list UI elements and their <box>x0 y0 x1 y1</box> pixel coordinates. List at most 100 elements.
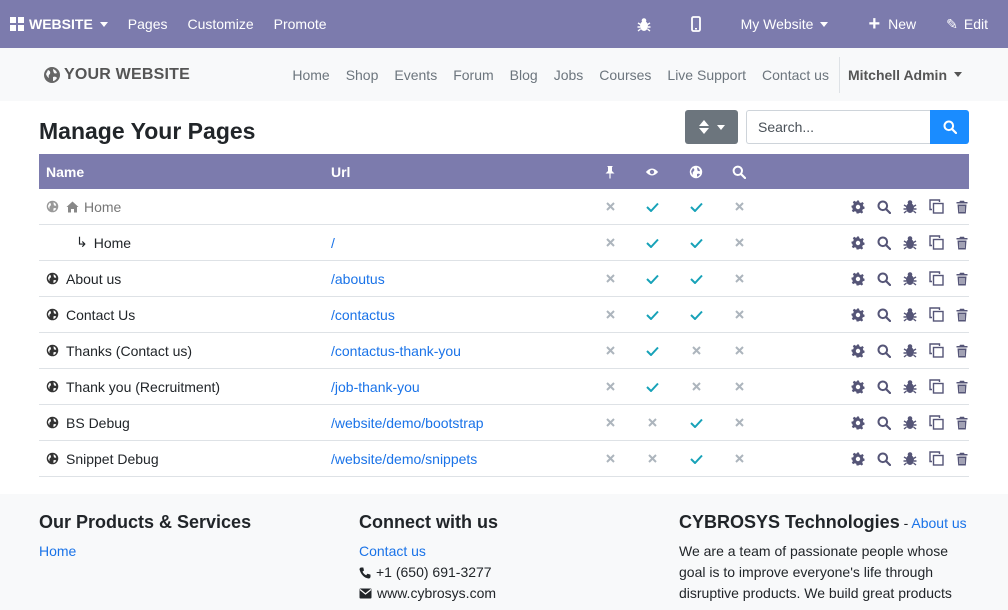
page-properties-button[interactable] <box>845 308 871 322</box>
clone-page-button[interactable] <box>923 379 949 394</box>
optimize-seo-button[interactable] <box>871 236 897 250</box>
site-logo[interactable]: YOUR WEBSITE <box>43 66 190 84</box>
page-name-cell[interactable]: About us <box>46 271 121 287</box>
page-properties-button[interactable] <box>845 272 871 286</box>
optimize-seo-button[interactable] <box>871 272 897 286</box>
optimize-seo-button[interactable] <box>871 452 897 466</box>
optimize-seo-button[interactable] <box>871 344 897 358</box>
footer-contact-link[interactable]: Contact us <box>359 541 426 562</box>
debug-view-button[interactable] <box>897 415 923 430</box>
page-url-link[interactable]: /website/demo/snippets <box>331 451 477 467</box>
nav-courses[interactable]: Courses <box>591 67 659 83</box>
delete-page-button[interactable] <box>949 236 975 250</box>
apps-menu[interactable]: WEBSITE <box>0 0 118 48</box>
footer-connect: Connect with us Contact us +1 (650) 691-… <box>359 512 498 604</box>
optimize-seo-button[interactable] <box>871 380 897 394</box>
page-url-link[interactable]: / <box>331 235 335 251</box>
cross-icon <box>605 454 615 463</box>
debug-view-button[interactable] <box>897 343 923 358</box>
menu-customize[interactable]: Customize <box>177 0 263 48</box>
delete-page-button[interactable] <box>949 272 975 286</box>
nav-forum[interactable]: Forum <box>445 67 501 83</box>
page-properties-button[interactable] <box>845 380 871 394</box>
check-icon <box>689 274 703 284</box>
menu-pages[interactable]: Pages <box>118 0 178 48</box>
page-properties-button[interactable] <box>845 344 871 358</box>
mobile-preview-button[interactable] <box>671 0 721 48</box>
website-switcher[interactable]: My Website <box>721 0 849 48</box>
clone-page-button[interactable] <box>923 343 949 358</box>
delete-page-button[interactable] <box>949 344 975 358</box>
clone-page-button[interactable] <box>923 199 949 214</box>
globe-icon <box>46 200 59 213</box>
pages-table: Name Url Home ↳ Home / About us/aboutus Conta… <box>39 154 969 477</box>
page-name-cell[interactable]: Thank you (Recruitment) <box>46 379 220 395</box>
debug-view-button[interactable] <box>897 379 923 394</box>
edit-button[interactable]: ✎ Edit <box>936 0 1008 48</box>
visible-flag <box>645 308 659 322</box>
clone-icon <box>923 451 949 466</box>
sub-arrow-icon: ↳ <box>76 234 88 250</box>
sort-dropdown-button[interactable] <box>685 110 738 144</box>
page-url-link[interactable]: /aboutus <box>331 271 385 287</box>
row-actions <box>845 199 975 214</box>
user-menu[interactable]: Mitchell Admin <box>840 67 1008 83</box>
clone-page-button[interactable] <box>923 307 949 322</box>
debug-view-button[interactable] <box>897 199 923 214</box>
clone-page-button[interactable] <box>923 451 949 466</box>
page-name-cell[interactable]: Home <box>46 199 121 215</box>
optimize-seo-button[interactable] <box>871 308 897 322</box>
nav-events[interactable]: Events <box>386 67 445 83</box>
page-name-cell[interactable]: Contact Us <box>46 307 135 323</box>
optimize-seo-button[interactable] <box>871 416 897 430</box>
nav-jobs[interactable]: Jobs <box>546 67 592 83</box>
debug-view-button[interactable] <box>897 271 923 286</box>
page-url-link[interactable]: /website/demo/bootstrap <box>331 415 484 431</box>
delete-page-button[interactable] <box>949 380 975 394</box>
debug-bug-button[interactable] <box>617 0 671 48</box>
page-properties-button[interactable] <box>845 200 871 214</box>
footer-home-link[interactable]: Home <box>39 541 76 562</box>
nav-shop[interactable]: Shop <box>338 67 387 83</box>
page-name-cell[interactable]: Snippet Debug <box>46 451 159 467</box>
page-properties-button[interactable] <box>845 236 871 250</box>
delete-page-button[interactable] <box>949 416 975 430</box>
page-name-cell[interactable]: BS Debug <box>46 415 130 431</box>
optimize-seo-button[interactable] <box>871 200 897 214</box>
row-actions <box>845 379 975 394</box>
new-button[interactable]: + New <box>848 0 936 48</box>
page-properties-button[interactable] <box>845 416 871 430</box>
debug-view-button[interactable] <box>897 307 923 322</box>
delete-page-button[interactable] <box>949 200 975 214</box>
search-input[interactable] <box>746 110 930 144</box>
footer-about-link[interactable]: About us <box>911 515 966 531</box>
nav-live-support[interactable]: Live Support <box>659 67 754 83</box>
debug-view-button[interactable] <box>897 235 923 250</box>
page-url-link[interactable]: /contactus <box>331 307 395 323</box>
nav-blog[interactable]: Blog <box>502 67 546 83</box>
nav-contact-us[interactable]: Contact us <box>754 67 837 83</box>
clone-page-button[interactable] <box>923 271 949 286</box>
plus-icon: + <box>868 13 881 35</box>
page-name-cell[interactable]: ↳ Home <box>46 234 131 251</box>
indexed-flag <box>732 272 746 286</box>
menu-promote[interactable]: Promote <box>264 0 337 48</box>
clone-page-button[interactable] <box>923 415 949 430</box>
published-flag <box>689 452 703 466</box>
row-actions <box>845 343 975 358</box>
page-url-link[interactable]: /job-thank-you <box>331 379 420 395</box>
pinned-flag <box>603 380 617 394</box>
cross-icon <box>647 454 657 463</box>
page-properties-button[interactable] <box>845 452 871 466</box>
pinned-flag <box>603 272 617 286</box>
delete-page-button[interactable] <box>949 308 975 322</box>
page-url-link[interactable]: /contactus-thank-you <box>331 343 461 359</box>
delete-page-button[interactable] <box>949 452 975 466</box>
page-name-cell[interactable]: Thanks (Contact us) <box>46 343 192 359</box>
clone-page-button[interactable] <box>923 235 949 250</box>
nav-home[interactable]: Home <box>284 67 337 83</box>
table-row: BS Debug/website/demo/bootstrap <box>39 405 969 441</box>
debug-view-button[interactable] <box>897 451 923 466</box>
footer-company-name: CYBROSYS Technologies <box>679 512 900 532</box>
search-button[interactable] <box>930 110 969 144</box>
